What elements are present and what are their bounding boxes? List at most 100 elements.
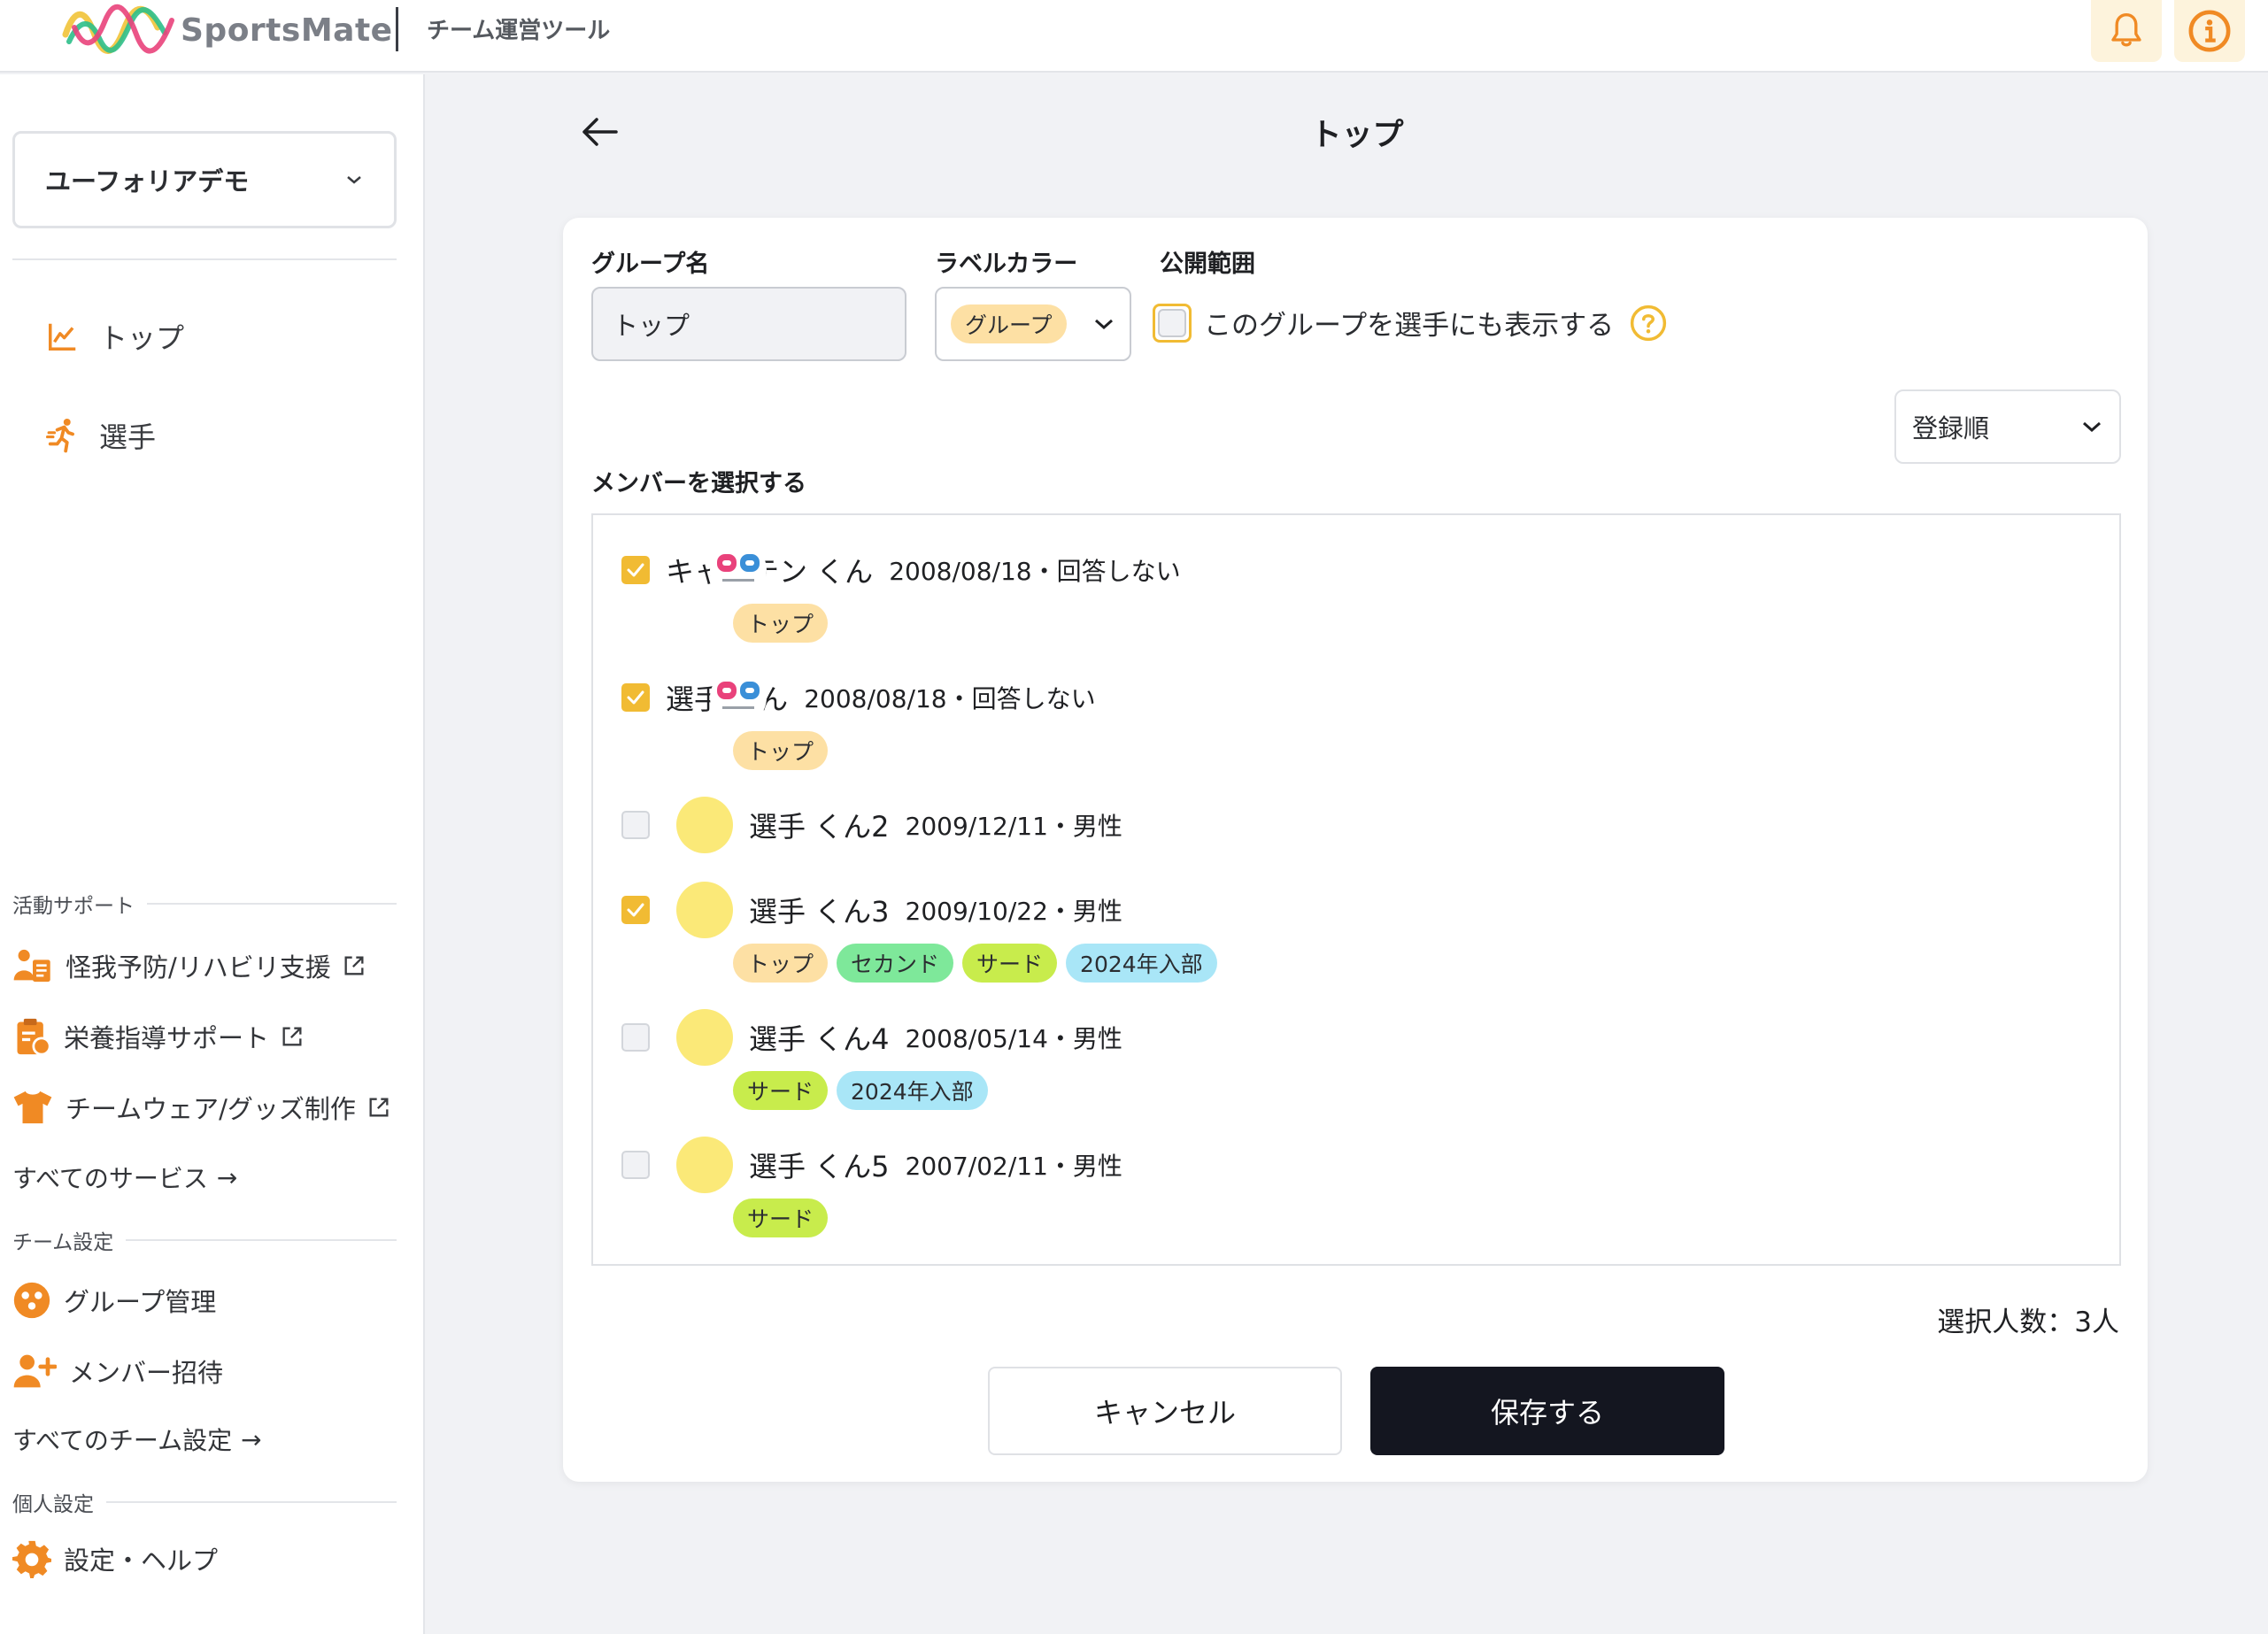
clipboard-icon bbox=[17, 1018, 51, 1056]
group-tag: 2024年入部 bbox=[1066, 944, 1217, 983]
external-link-icon bbox=[344, 956, 364, 975]
bell-icon bbox=[2111, 12, 2141, 47]
visibility-checkbox[interactable] bbox=[1153, 303, 1192, 343]
service-link-teamwear[interactable]: チームウェア/グッズ制作 bbox=[12, 1085, 391, 1129]
member-avatar bbox=[676, 882, 733, 938]
all-team-settings-link[interactable]: すべてのチーム設定 → bbox=[12, 1422, 262, 1457]
member-checkbox[interactable] bbox=[621, 683, 650, 712]
section-divider bbox=[106, 1501, 397, 1503]
page-title: トップ bbox=[1310, 118, 1404, 153]
save-button[interactable]: 保存する bbox=[1370, 1367, 1724, 1455]
member-checkbox[interactable] bbox=[621, 1023, 650, 1052]
group-tag: セカンド bbox=[837, 944, 954, 983]
section-title-team: チーム設定 bbox=[12, 1225, 397, 1255]
member-avatar bbox=[676, 1137, 733, 1193]
all-services-link[interactable]: すべてのサービス → bbox=[12, 1160, 237, 1195]
service-label: 栄養指導サポート bbox=[64, 1023, 270, 1053]
sidebar-item-label: 選手 bbox=[99, 420, 157, 454]
group-tag: サード bbox=[733, 1199, 829, 1237]
service-link-injury[interactable]: 怪我予防/リハビリ支援 bbox=[12, 944, 366, 988]
chart-line-icon bbox=[49, 323, 76, 351]
arrow-right-icon: → bbox=[216, 1162, 238, 1192]
team-name: ユーフォリアデモ bbox=[45, 166, 250, 197]
member-item: 選手 くん2008/08/18・回答しないトップ bbox=[621, 669, 1096, 770]
team-link-invite[interactable]: メンバー招待 bbox=[12, 1349, 223, 1393]
group-icon bbox=[13, 1282, 50, 1319]
group-tag: トップ bbox=[733, 944, 829, 983]
notifications-button[interactable] bbox=[2091, 0, 2162, 62]
member-checkbox[interactable] bbox=[621, 811, 650, 839]
arrow-right-icon: → bbox=[241, 1424, 262, 1454]
team-link-groups[interactable]: グループ管理 bbox=[12, 1278, 216, 1322]
sort-order-select[interactable]: 登録順 bbox=[1894, 389, 2121, 464]
gear-icon bbox=[12, 1540, 51, 1578]
member-row: 選手 くん2 2009/12/11・男性 bbox=[621, 797, 1122, 853]
help-circle-icon[interactable] bbox=[1630, 304, 1667, 342]
info-button[interactable] bbox=[2174, 0, 2245, 62]
visibility-label: 公開範囲 bbox=[1160, 250, 1255, 278]
selected-count: 選択人数：3人 bbox=[1937, 1306, 2119, 1338]
member-name: キャプテン くん bbox=[666, 555, 874, 589]
section-title-support: 活動サポート bbox=[12, 889, 397, 919]
check-icon bbox=[627, 563, 644, 577]
member-name: 選手 くん4 bbox=[749, 1022, 890, 1056]
chevron-down-icon bbox=[1095, 319, 1113, 330]
member-tags: トップ bbox=[733, 604, 1181, 643]
member-row: 選手 くん3 2009/10/22・男性 bbox=[621, 882, 1217, 938]
person-clipboard-icon bbox=[13, 949, 50, 983]
member-meta: 2009/12/11・男性 bbox=[905, 812, 1122, 841]
sort-order-value: 登録順 bbox=[1912, 413, 1990, 443]
member-meta: 2008/08/18・回答しない bbox=[804, 684, 1096, 713]
member-row: 選手 くん5 2007/02/11・男性 bbox=[621, 1137, 1122, 1193]
member-checkbox[interactable] bbox=[621, 556, 650, 584]
euphoria-logo-icon bbox=[717, 682, 760, 709]
team-selector[interactable]: ユーフォリアデモ bbox=[12, 131, 397, 228]
member-avatar bbox=[676, 1009, 733, 1066]
member-checkbox[interactable] bbox=[621, 896, 650, 924]
header-separator bbox=[396, 7, 398, 51]
member-item: 選手 くん3 2009/10/22・男性トップ セカンド サード 2024年入部 bbox=[621, 882, 1217, 983]
member-row: キャプテン くん 2008/08/18・回答しない bbox=[621, 542, 1181, 598]
chevron-down-icon bbox=[347, 176, 361, 184]
label-color-pill: グループ bbox=[951, 304, 1067, 343]
member-item: キャプテン くん 2008/08/18・回答しないトップ bbox=[621, 542, 1181, 643]
section-title-text: チーム設定 bbox=[12, 1231, 114, 1254]
member-name: 選手 くん5 bbox=[749, 1150, 890, 1183]
service-label: チームウェア/グッズ制作 bbox=[66, 1094, 356, 1124]
member-tags: トップ セカンド サード 2024年入部 bbox=[733, 944, 1217, 983]
service-label: 怪我予防/リハビリ支援 bbox=[66, 952, 331, 983]
check-icon bbox=[627, 903, 644, 917]
member-name: 選手 くん2 bbox=[749, 810, 890, 844]
section-title-text: 個人設定 bbox=[12, 1493, 94, 1516]
running-person-icon bbox=[46, 419, 74, 453]
cancel-button[interactable]: キャンセル bbox=[988, 1367, 1342, 1455]
member-meta: 2009/10/22・男性 bbox=[905, 897, 1122, 926]
member-item: 選手 くん5 2007/02/11・男性サード bbox=[621, 1137, 1122, 1237]
member-row: 選手 くん4 2008/05/14・男性 bbox=[621, 1009, 1122, 1066]
group-tag: トップ bbox=[733, 604, 829, 643]
brand-logo[interactable]: SportsMate bbox=[62, 0, 393, 60]
personal-link-settings[interactable]: 設定・ヘルプ bbox=[12, 1537, 218, 1581]
group-edit-card: グループ名 ラベルカラー 公開範囲 トップ グループ このグループを選手にも表示… bbox=[563, 218, 2148, 1482]
all-team-settings-label: すべてのチーム設定 bbox=[12, 1426, 233, 1455]
sidebar-item-top[interactable]: トップ bbox=[46, 312, 184, 361]
team-logo-avatar bbox=[710, 542, 767, 598]
sidebar-item-players[interactable]: 選手 bbox=[46, 411, 156, 460]
group-name-input[interactable]: トップ bbox=[591, 287, 906, 361]
info-icon bbox=[2188, 10, 2231, 52]
sidebar: ユーフォリアデモ トップ 選手 活動サポート 怪我予防/リハビリ支援 栄養指導サ… bbox=[0, 74, 425, 1634]
member-checkbox[interactable] bbox=[621, 1151, 650, 1179]
label-color-select[interactable]: グループ bbox=[935, 287, 1131, 361]
member-item: 選手 くん4 2008/05/14・男性 サード 2024年入部 bbox=[621, 1009, 1122, 1110]
check-icon bbox=[627, 690, 644, 705]
personal-link-label: 設定・ヘルプ bbox=[64, 1545, 219, 1576]
sidebar-divider bbox=[12, 258, 397, 260]
checkbox-box bbox=[1158, 308, 1186, 337]
group-tag: 2024年入部 bbox=[837, 1071, 988, 1110]
sidebar-item-label: トップ bbox=[99, 321, 185, 355]
person-add-icon bbox=[13, 1354, 57, 1388]
all-services-label: すべてのサービス bbox=[12, 1164, 208, 1193]
member-meta: 2008/05/14・男性 bbox=[905, 1024, 1122, 1053]
service-link-nutrition[interactable]: 栄養指導サポート bbox=[12, 1014, 305, 1059]
back-button[interactable] bbox=[577, 110, 621, 154]
